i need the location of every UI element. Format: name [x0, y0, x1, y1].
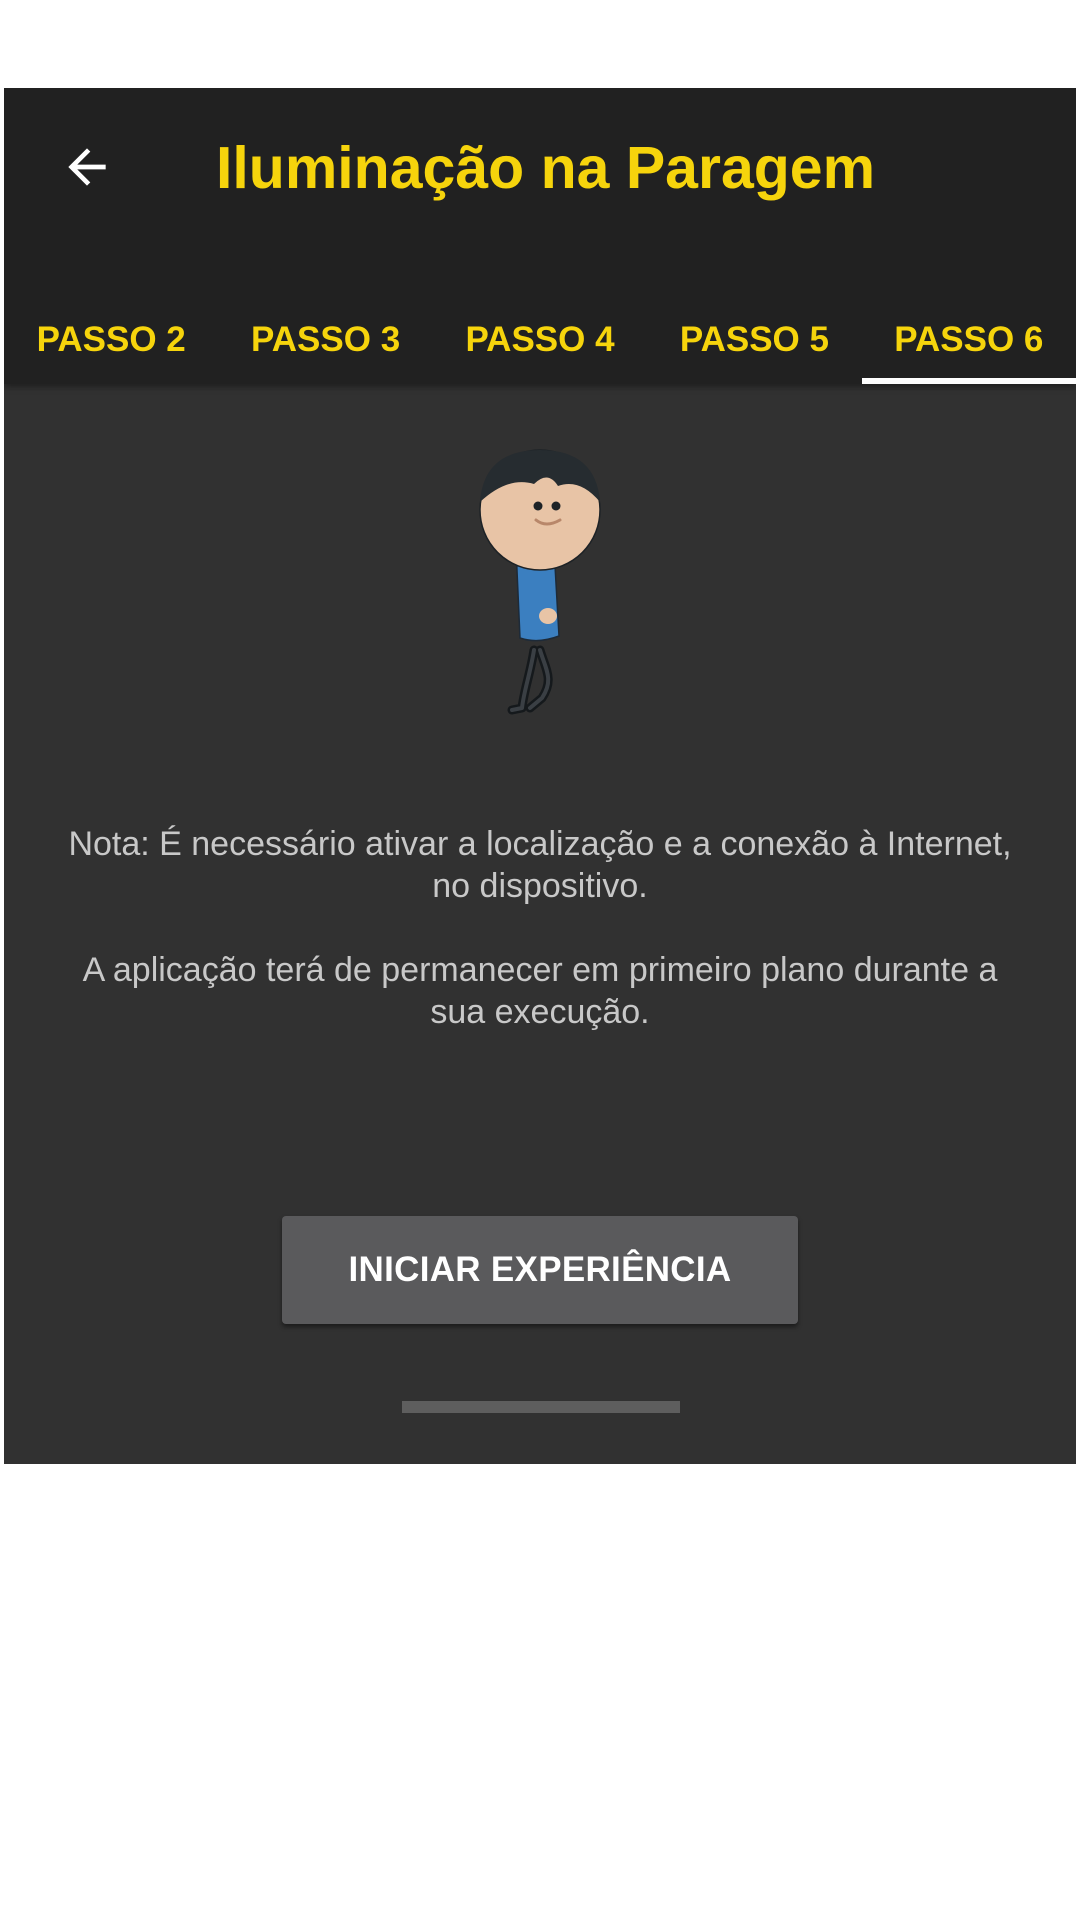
back-button[interactable]: [42, 122, 132, 212]
tab-passo-5[interactable]: PASSO 5: [647, 312, 861, 384]
tab-label: PASSO 3: [251, 320, 401, 359]
tab-passo-6[interactable]: PASSO 6: [861, 312, 1076, 384]
tab-label: PASSO 4: [465, 320, 615, 359]
tab-label: PASSO 6: [894, 320, 1044, 359]
start-experience-button[interactable]: INICIAR EXPERIÊNCIA: [282, 1216, 798, 1324]
step-tabs: PASSO 2 PASSO 3 PASSO 4 PASSO 5 PASSO 6: [4, 312, 1076, 384]
tab-label: PASSO 2: [36, 320, 186, 359]
scroll-indicator: [402, 1401, 680, 1413]
location-internet-note: Nota: É necessário ativar a localização …: [68, 825, 1012, 905]
app-bar: Iluminação na Paragem PASSO 2 PASSO 3 PA…: [4, 88, 1076, 384]
tab-passo-2[interactable]: PASSO 2: [4, 312, 218, 384]
walking-person-illustration: [479, 449, 601, 715]
page-title: Iluminação na Paragem: [216, 135, 876, 201]
arrow-left-icon: [68, 148, 106, 186]
foreground-note: A aplicação terá de permanecer em primei…: [82, 951, 998, 1031]
tab-label: PASSO 5: [679, 320, 829, 359]
app-screen: Iluminação na Paragem PASSO 2 PASSO 3 PA…: [4, 88, 1076, 1464]
tab-passo-4[interactable]: PASSO 4: [433, 312, 647, 384]
tab-passo-3[interactable]: PASSO 3: [218, 312, 432, 384]
